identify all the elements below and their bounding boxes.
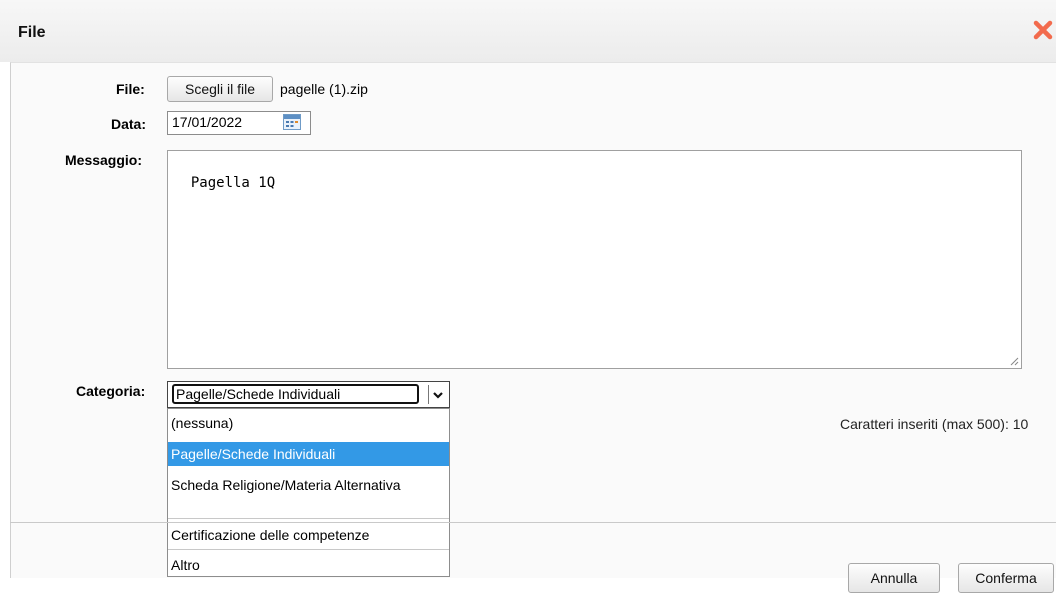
date-label: Data: [111,116,147,132]
calendar-icon[interactable] [283,114,301,130]
file-label: File: [116,81,145,97]
category-label: Categoria: [76,383,146,399]
category-option-none[interactable]: (nessuna) [168,415,449,439]
category-option-altro[interactable]: Altro [168,557,449,575]
dialog-titlebar: File [0,0,1056,62]
category-option-pagelle[interactable]: Pagelle/Schede Individuali [168,442,449,466]
chevron-down-icon [433,391,443,399]
cancel-button[interactable]: Annulla [848,563,940,593]
dialog-title: File [18,24,46,41]
char-counter: Caratteri inseriti (max 500): 10 [840,416,1029,432]
category-option-certificazione[interactable]: Certificazione delle competenze [168,527,449,545]
dropdown-arrow[interactable] [428,385,447,404]
message-label: Messaggio: [65,152,143,168]
message-text: Pagella 1Q [190,175,276,191]
option-divider [168,518,449,519]
category-select[interactable]: Pagelle/Schede Individuali [167,381,450,408]
choose-file-button[interactable]: Scegli il file [167,76,273,102]
resize-grip-icon[interactable] [1009,356,1019,366]
message-textarea[interactable]: Pagella 1Q [167,150,1022,369]
category-option-religione[interactable]: Scheda Religione/Materia Alternativa [168,477,449,513]
category-dropdown-list: (nessuna) Pagelle/Schede Individuali Sch… [167,408,450,577]
confirm-button[interactable]: Conferma [958,563,1054,593]
close-icon[interactable] [1031,18,1055,42]
option-divider [168,549,449,550]
category-selected-value: Pagelle/Schede Individuali [172,384,419,404]
footer-divider [10,522,1056,523]
selected-file-name: pagelle (1).zip [280,81,368,97]
